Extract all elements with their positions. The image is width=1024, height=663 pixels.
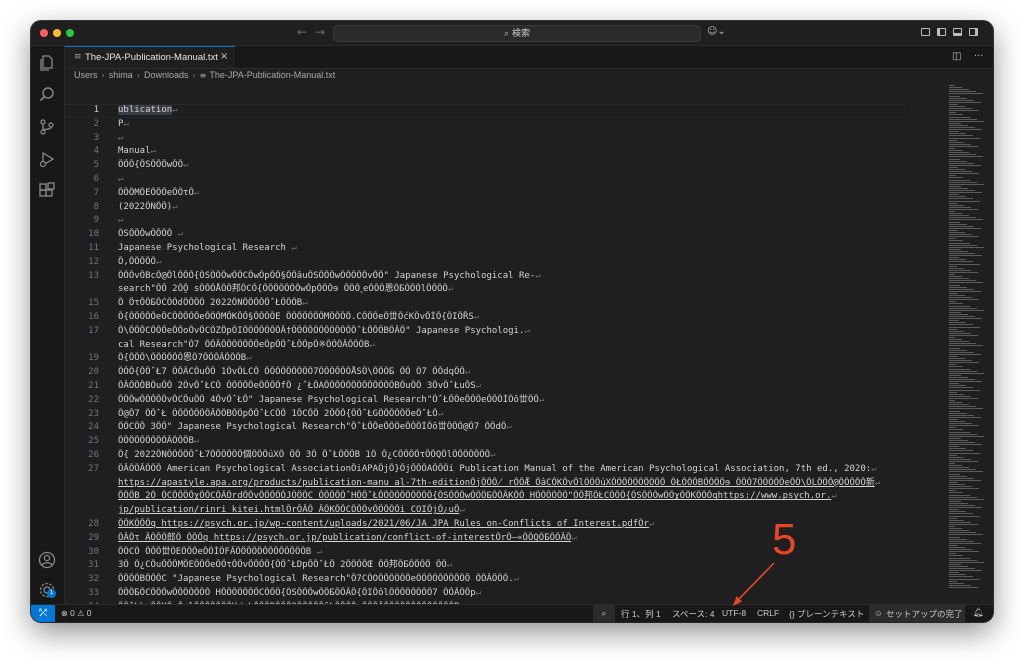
annotation-arrow-icon [733, 562, 775, 606]
